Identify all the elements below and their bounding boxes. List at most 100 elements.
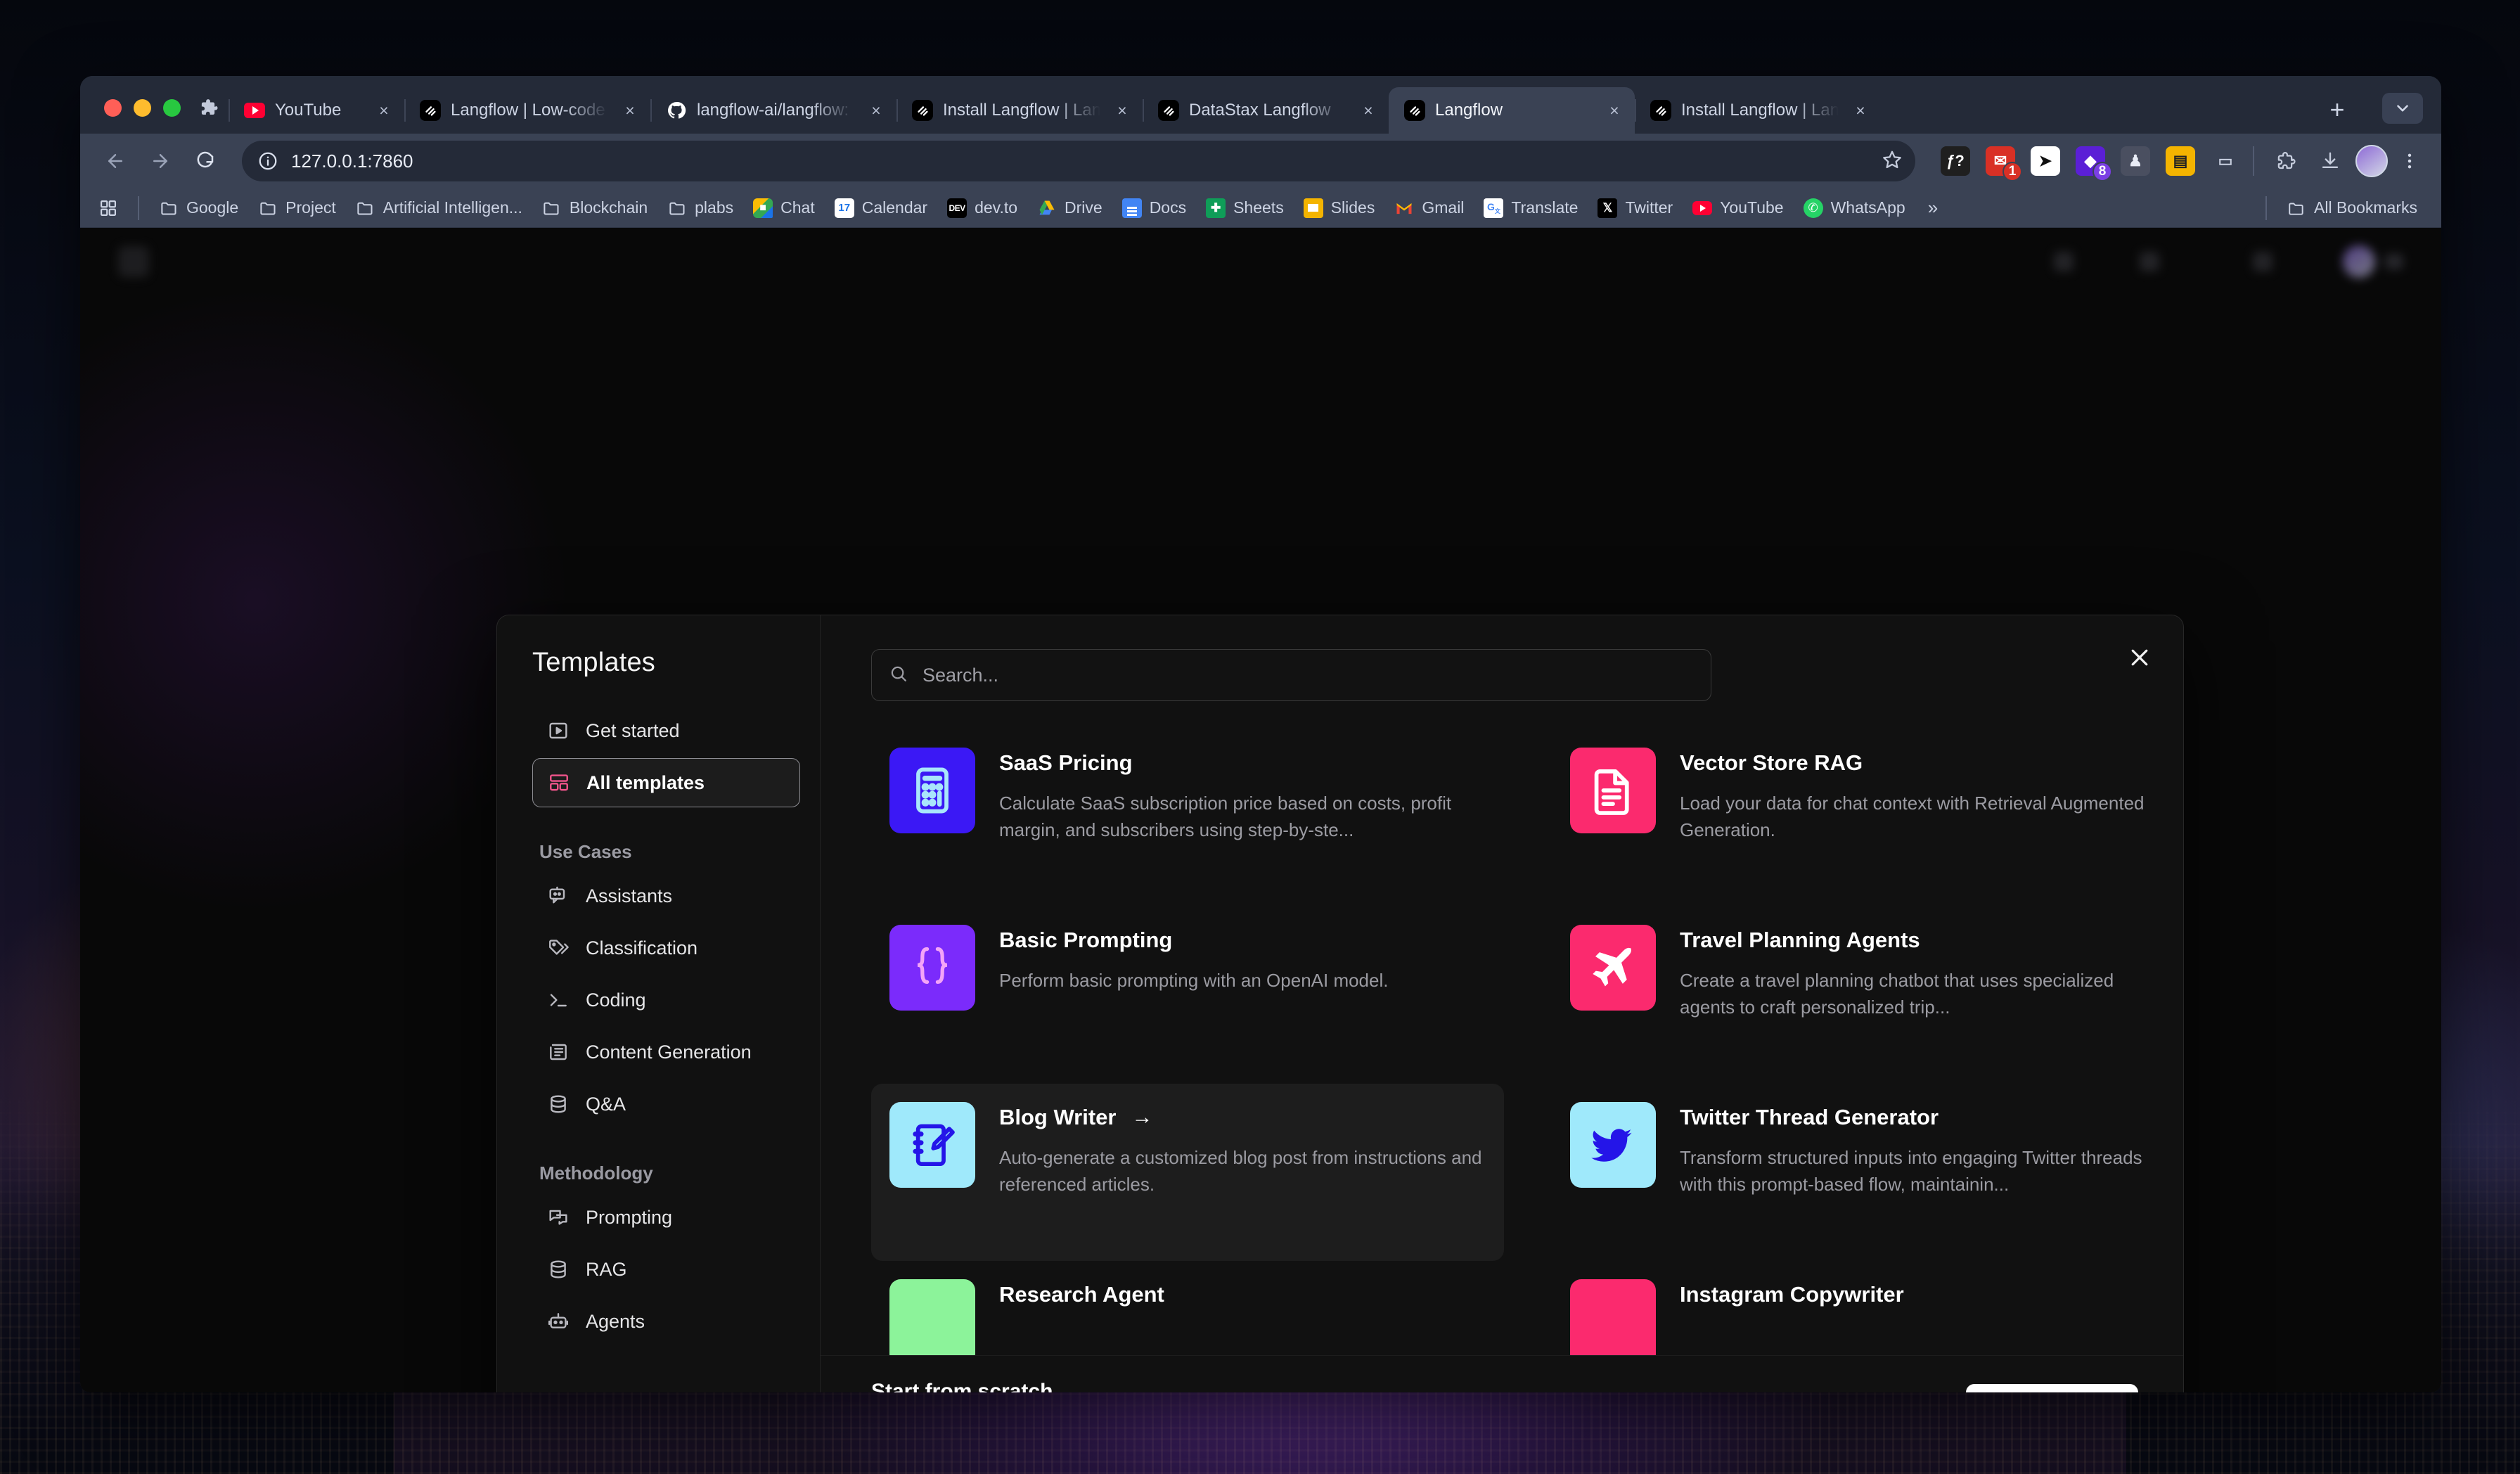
bookmark-drive[interactable]: Drive [1029,194,1111,222]
tab-close-button[interactable]: × [1110,98,1134,122]
profile-avatar[interactable] [2355,145,2388,177]
sidebar-item-agents[interactable]: Agents [532,1297,800,1346]
sidebar-item-content-generation[interactable]: Content Generation [532,1027,800,1077]
header-item-blurred-3 [2252,252,2310,271]
tab-close-button[interactable]: × [372,98,396,122]
reload-icon[interactable] [186,141,225,181]
mail-extension-icon[interactable]: ✉ 1 [1984,145,2022,181]
bookmark-calendar[interactable]: 17 Calendar [826,194,936,222]
apps-grid-icon[interactable] [96,194,127,222]
browser-tab-5[interactable]: Langflow × [1389,87,1635,134]
tab-list[interactable]: YouTube × Langflow | Low-code AI × langflow-… [229,87,2306,134]
template-card-instagram-copywriter[interactable]: Instagram Copywriter [1552,1261,2183,1355]
templates-grid[interactable]: SaaS Pricing Calculate SaaS subscription … [871,729,2145,1355]
bookmark-google[interactable]: Google [150,194,247,222]
folder-icon [159,198,179,218]
bookmark-sheets[interactable]: ✚ Sheets [1197,194,1292,222]
bookmark-plabs[interactable]: plabs [659,194,742,222]
bookmark-dev-to[interactable]: DEV dev.to [939,194,1026,222]
sidebar-item-get-started[interactable]: Get started [532,706,800,755]
template-card-basic-prompting[interactable]: Basic Prompting Perform basic prompting w… [871,906,1504,1084]
sidebar-item-classification[interactable]: Classification [532,923,800,973]
bookmark-items[interactable]: Google Project Artificial Intelligen... Blo… [150,194,1914,222]
bookmark-youtube[interactable]: YouTube [1684,194,1792,222]
page-title: Templates [532,648,655,677]
bookmark-translate[interactable]: G文 Translate [1475,194,1586,222]
browser-tab-0[interactable]: YouTube × [229,87,404,134]
play-square-icon [546,719,570,743]
all-bookmarks-button[interactable]: All Bookmarks [2278,194,2426,222]
sidebar-item-prompting[interactable]: Prompting [532,1193,800,1242]
maximize-window-button[interactable] [163,99,181,117]
browser-tab-1[interactable]: Langflow | Low-code AI × [404,87,650,134]
browser-tab-3[interactable]: Install Langflow | Langfl × [896,87,1143,134]
download-icon[interactable] [2310,141,2350,181]
extension-tray[interactable]: ƒ? ✉ 1 ➤ ◆ 8 ♟ ▤ ▭ [1932,145,2242,181]
search-icon [889,664,908,687]
bookmark-slides[interactable]: Slides [1295,194,1384,222]
template-card-twitter-thread-generator[interactable]: Twitter Thread Generator Transform struct… [1552,1084,2183,1261]
cursor-extension-icon[interactable]: ➤ [2029,145,2062,177]
bookmark-gmail[interactable]: Gmail [1386,194,1472,222]
tab-close-button[interactable]: × [864,98,888,122]
star-icon[interactable] [1882,149,1903,174]
browser-tab-4[interactable]: DataStax Langflow × [1143,87,1389,134]
sidebar-top-items[interactable]: Get started All templates [532,706,800,807]
templates-scroll-area[interactable]: SaaS Pricing Calculate SaaS subscription … [821,729,2183,1355]
ghost-extension-icon[interactable]: ♟ [2119,145,2152,177]
layers-extension-icon[interactable]: ◆ 8 [2074,145,2112,181]
back-arrow-icon[interactable] [96,141,135,181]
fx-extension-icon[interactable]: ƒ? [1939,145,1972,177]
extensions-puzzle-icon[interactable] [2265,141,2305,181]
tab-close-button[interactable]: × [1356,98,1380,122]
window-controls[interactable] [93,99,193,134]
three-dot-menu-icon[interactable] [2393,151,2426,171]
bookmarks-overflow-button[interactable]: » [1917,193,1949,223]
folder-icon [2287,198,2306,218]
bookmark-docs[interactable]: Docs [1114,194,1195,222]
browser-tab-title: Install Langflow | Langfl [943,101,1100,120]
bookmark-twitter[interactable]: 𝕏 Twitter [1589,194,1681,222]
bookmark-chat[interactable]: ■ Chat [745,194,823,222]
search-input[interactable]: Search... [871,649,1711,701]
template-card-travel-planning-agents[interactable]: Travel Planning Agents Create a travel pl… [1552,906,2183,1084]
sidebar-item-coding[interactable]: Coding [532,975,800,1025]
chevron-down-icon[interactable] [2382,93,2423,124]
bookmark-blockchain[interactable]: Blockchain [534,194,656,222]
robot-icon [546,1309,570,1333]
template-card-saas-pricing[interactable]: SaaS Pricing Calculate SaaS subscription … [871,729,1504,906]
browser-tab-6[interactable]: Install Langflow | Langfl × [1635,87,1881,134]
sidebar-item-label: Agents [586,1310,645,1332]
sidebar-item-all-templates[interactable]: All templates [532,758,800,807]
sidebar-item-rag[interactable]: RAG [532,1245,800,1294]
notes-extension-icon[interactable]: ▤ [2164,145,2197,177]
bookmark-artificial-intelligen[interactable]: Artificial Intelligen... [347,194,531,222]
tab-search-puzzle-icon[interactable] [193,97,229,134]
new-tab-button[interactable]: + [2318,90,2357,129]
address-bar[interactable]: 127.0.0.1:7860 [242,141,1915,181]
close-window-button[interactable] [104,99,122,117]
sidebar-item-q-a[interactable]: Q&A [532,1079,800,1129]
blank-flow-button[interactable]: Blank Flow [1966,1384,2138,1392]
start-from-scratch-footer: Start from scratch Begin with a fresh fl… [821,1355,2183,1392]
tab-close-button[interactable]: × [618,98,642,122]
bookmark-label: dev.to [975,198,1018,217]
template-card-research-agent[interactable]: Research Agent [871,1261,1504,1355]
info-circle-icon[interactable] [257,150,278,172]
bookmark-project[interactable]: Project [250,194,345,222]
clipboard-extension-icon[interactable]: ▭ [2209,145,2242,177]
tab-close-button[interactable]: × [1602,98,1626,122]
google-docs-icon [1121,198,1142,218]
browser-tab-2[interactable]: langflow-ai/langflow: La × [650,87,896,134]
template-card-vector-store-rag[interactable]: Vector Store RAG Load your data for chat … [1552,729,2183,906]
sidebar-item-assistants[interactable]: Assistants [532,871,800,921]
minimize-window-button[interactable] [134,99,151,117]
forward-arrow-icon[interactable] [141,141,180,181]
template-title-text: Instagram Copywriter [1680,1282,1904,1307]
url-text[interactable]: 127.0.0.1:7860 [291,150,1869,172]
sidebar-groups[interactable]: Use Cases Assistants Classification Coding C… [532,841,800,1346]
tab-close-button[interactable]: × [1849,98,1872,122]
template-card-blog-writer[interactable]: Blog Writer → Auto-generate a customized b… [871,1084,1504,1261]
bookmark-whatsapp[interactable]: ✆ WhatsApp [1795,194,1914,222]
airplane-icon [1570,925,1656,1011]
